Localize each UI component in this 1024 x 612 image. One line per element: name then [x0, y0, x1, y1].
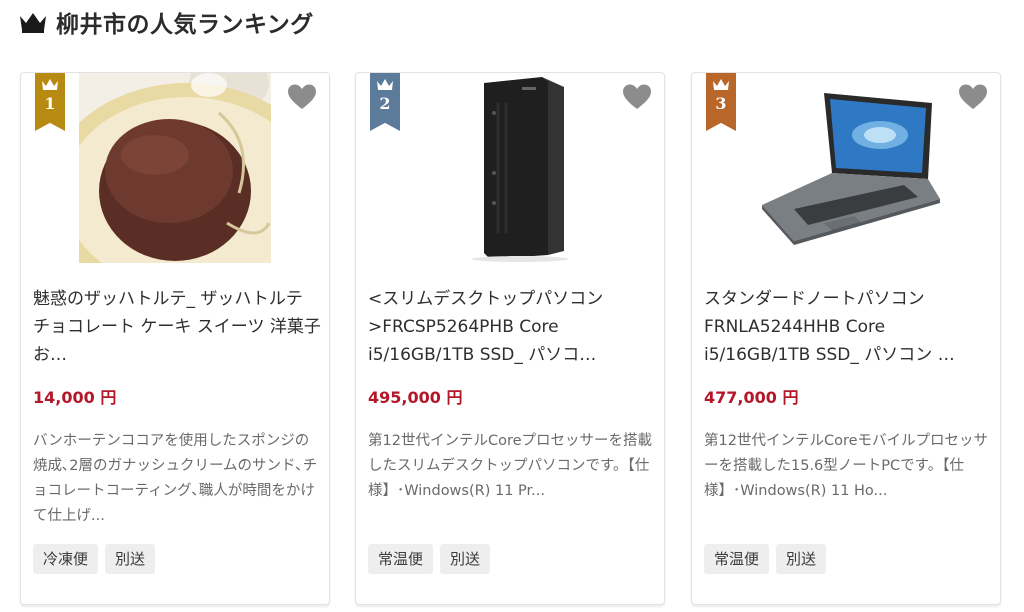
tag-list: 冷凍便 別送 — [33, 544, 156, 574]
product-description: 第12世代インテルCoreモバイルプロセッサーを搭載した15.6型ノートPCです… — [704, 433, 989, 499]
ranking-header: 柳井市の人気ランキング — [18, 6, 314, 38]
crown-icon — [42, 79, 58, 90]
heart-icon[interactable] — [287, 83, 317, 111]
product-price: 495,000 円 — [368, 388, 463, 407]
crown-icon — [20, 13, 46, 33]
product-image-laptop[interactable] — [754, 73, 946, 263]
product-description: バンホーテンココアを使用したスポンジの焼成､2層のガナッシュクリームのサンド､チ… — [33, 433, 318, 524]
product-name[interactable]: <スリムデスクトップパソコン>FRCSP5264PHB Core i5/16GB… — [368, 285, 658, 371]
product-name[interactable]: スタンダードノートパソコン FRNLA5244HHB Core i5/16GB/… — [704, 285, 994, 371]
product-card-2[interactable]: 2 <スリムデスクトップパソコン>FRCSP5264PHB Core i5/16… — [355, 72, 665, 605]
shipping-tag: 常温便 — [368, 544, 434, 574]
tag-list: 常温便 別送 — [704, 544, 827, 574]
rank-number: 2 — [379, 94, 391, 113]
rank-badge-gold: 1 — [35, 73, 65, 131]
rank-number: 3 — [715, 94, 727, 113]
tag-list: 常温便 別送 — [368, 544, 491, 574]
product-price: 14,000 円 — [33, 388, 117, 407]
product-price: 477,000 円 — [704, 388, 799, 407]
product-name[interactable]: 魅惑のザッハトルテ_ ザッハトルテ チョコレート ケーキ スイーツ 洋菓子 お… — [33, 285, 323, 371]
delivery-tag: 別送 — [776, 544, 827, 574]
rank-badge-bronze: 3 — [706, 73, 736, 131]
product-card-1[interactable]: 1 魅惑のザッハトルテ_ ザッハトルテ チョコレート ケーキ スイーツ 洋菓子 … — [20, 72, 330, 605]
product-image-cake[interactable] — [79, 73, 271, 263]
page-title: 柳井市の人気ランキング — [56, 12, 314, 38]
shipping-tag: 常温便 — [704, 544, 770, 574]
crown-icon — [377, 79, 393, 90]
rank-badge-silver: 2 — [370, 73, 400, 131]
delivery-tag: 別送 — [440, 544, 491, 574]
heart-icon[interactable] — [622, 83, 652, 111]
shipping-tag: 冷凍便 — [33, 544, 99, 574]
delivery-tag: 別送 — [105, 544, 156, 574]
product-image-desktop-pc[interactable] — [414, 73, 606, 263]
heart-icon[interactable] — [958, 83, 988, 111]
product-card-3[interactable]: 3 スタンダードノートパソコン FRNLA5244HHB Core i5/16G… — [691, 72, 1001, 605]
rank-number: 1 — [44, 94, 56, 113]
product-description: 第12世代インテルCoreプロセッサーを搭載したスリムデスクトップパソコンです。… — [368, 433, 653, 499]
crown-icon — [713, 79, 729, 90]
